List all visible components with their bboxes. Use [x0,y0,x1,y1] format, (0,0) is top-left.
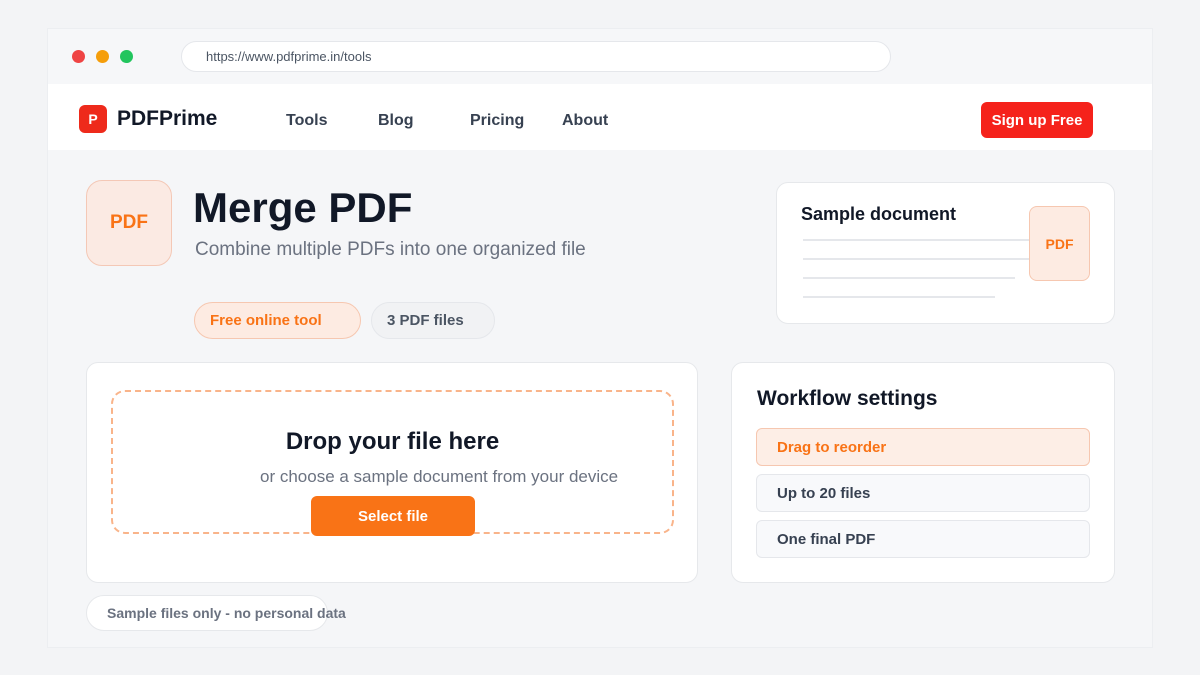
sample-document-card: Sample document PDF [776,182,1115,324]
browser-window: https://www.pdfprime.in/tools P PDFPrime… [47,28,1153,648]
minimize-window-button[interactable] [96,50,109,63]
text-placeholder-line [803,258,1035,260]
nav-link-about[interactable]: About [562,112,608,130]
text-placeholder-line [803,239,1059,241]
upload-card: Drop your file here or choose a sample d… [86,362,698,583]
nav-link-blog[interactable]: Blog [378,112,414,130]
page-subtitle: Combine multiple PDFs into one organized… [195,239,586,260]
browser-chrome: https://www.pdfprime.in/tools [48,29,1152,84]
file-count-badge: 3 PDF files [371,302,495,339]
workflow-option-final-pdf[interactable]: One final PDF [756,520,1090,558]
logo-text: PDFPrime [117,107,218,130]
nav-link-tools[interactable]: Tools [286,112,327,130]
signup-button[interactable]: Sign up Free [981,102,1093,138]
drop-zone-title: Drop your file here [285,428,500,455]
logo-icon: P [79,105,107,133]
pdf-tool-icon: PDF [86,180,172,266]
url-text: https://www.pdfprime.in/tools [206,49,372,64]
close-window-button[interactable] [72,50,85,63]
file-drop-zone[interactable]: Drop your file here or choose a sample d… [111,390,674,536]
logo[interactable]: P PDFPrime [79,105,217,133]
top-navigation: P PDFPrime Tools Blog Pricing About Sign… [48,84,1152,150]
workflow-option-file-limit[interactable]: Up to 20 files [756,474,1090,512]
page-title: Merge PDF [193,184,413,231]
privacy-note: Sample files only - no personal data [86,595,346,631]
text-placeholder-line [803,277,1015,279]
address-bar[interactable]: https://www.pdfprime.in/tools [181,41,891,72]
workflow-option-reorder[interactable]: Drag to reorder [756,428,1090,466]
nav-link-pricing[interactable]: Pricing [470,112,524,130]
free-tool-badge: Free online tool [194,302,361,339]
workflow-settings-title: Workflow settings [757,387,938,410]
workflow-settings-card: Workflow settings Drag to reorder Up to … [731,362,1115,583]
sample-document-title: Sample document [801,204,957,224]
drop-zone-subtitle: or choose a sample document from your de… [260,467,619,486]
maximize-window-button[interactable] [120,50,133,63]
select-file-button[interactable]: Select file [311,496,475,536]
text-placeholder-line [803,296,995,298]
pdf-file-icon: PDF [1029,206,1090,281]
